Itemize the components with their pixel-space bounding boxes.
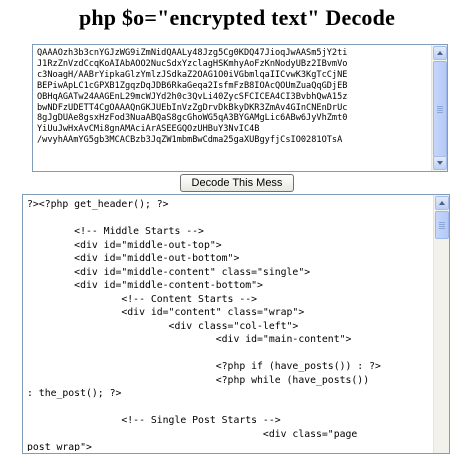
decode-button[interactable]: Decode This Mess [180,174,294,192]
scroll-up-arrow-icon[interactable] [433,46,447,60]
decoded-scrollbar[interactable] [433,195,449,453]
encrypted-text-content[interactable]: QAAAOzh3b3cnYGJzWG9iZmNidQAALy48Jzg5Cg0K… [37,48,429,169]
decoded-text-area[interactable]: ?><?php get_header(); ?> <!-- Middle Sta… [22,194,450,454]
scroll-down-arrow-icon[interactable] [433,156,447,170]
encrypted-scrollbar[interactable] [431,45,447,171]
decoded-text-content[interactable]: ?><?php get_header(); ?> <!-- Middle Sta… [27,198,431,451]
scrollbar-thumb[interactable] [435,211,449,239]
encrypted-text-area[interactable]: QAAAOzh3b3cnYGJzWG9iZmNidQAALy48Jzg5Cg0K… [32,44,448,172]
scroll-up-arrow-icon[interactable] [435,196,449,210]
page-title: php $o="encrypted text" Decode [78,5,396,30]
scrollbar-thumb[interactable] [433,61,447,157]
